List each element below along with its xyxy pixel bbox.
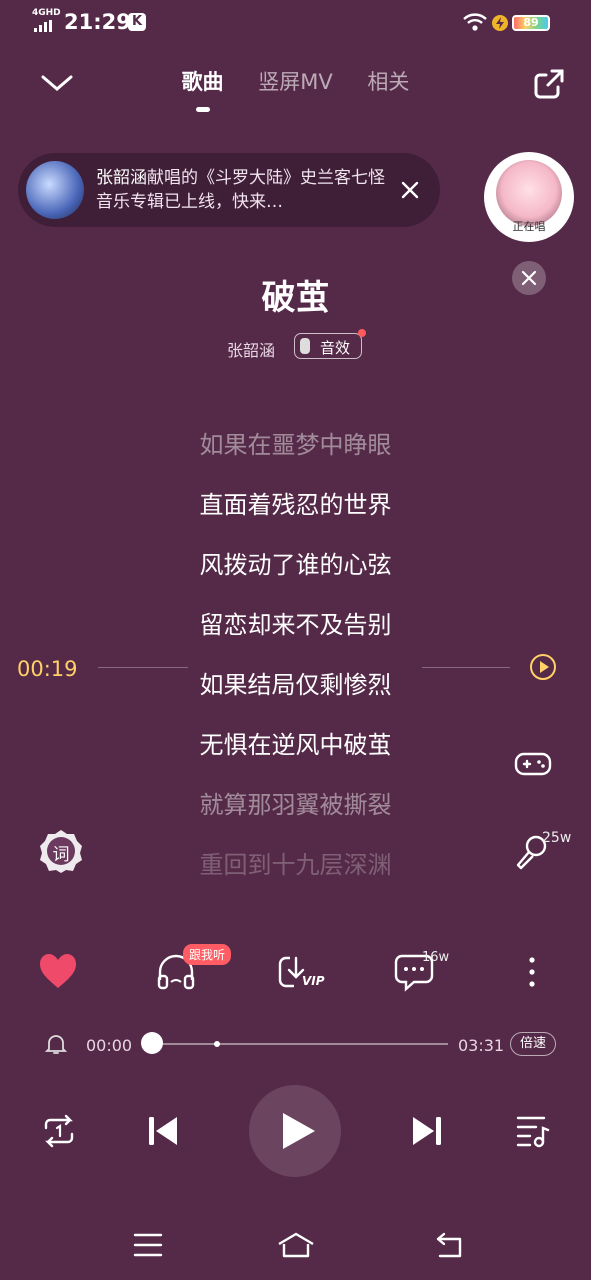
- previous-icon[interactable]: [144, 1112, 182, 1150]
- heart-icon[interactable]: [38, 952, 78, 992]
- lyric-tool-label: 词: [52, 845, 70, 865]
- notification-dot: [358, 329, 366, 337]
- seek-play-icon[interactable]: [529, 653, 557, 681]
- effect-toggle-knob: [300, 338, 310, 354]
- lyrics-list[interactable]: 如果在噩梦中睁眼 直面着残忍的世界 风拨动了谁的心弦 留恋却来不及告别 如果结局…: [0, 425, 591, 905]
- song-title: 破茧: [261, 278, 330, 318]
- wifi-icon: [463, 13, 487, 31]
- next-icon[interactable]: [408, 1112, 446, 1150]
- tab-indicator: [196, 107, 210, 112]
- progress-thumb[interactable]: [141, 1032, 163, 1054]
- network-indicator: 4GHD: [32, 8, 61, 18]
- now-singing-avatar[interactable]: 正在唱: [484, 152, 574, 242]
- sing-count: 25w: [542, 830, 572, 846]
- banner-thumbnail: [26, 161, 84, 219]
- seek-guide-line: [98, 667, 188, 668]
- lyric-tool-button[interactable]: 词: [38, 828, 84, 874]
- lyric-line: 就算那羽翼被撕裂: [199, 791, 392, 819]
- sound-effect-button[interactable]: 音效: [294, 333, 362, 359]
- more-options-icon[interactable]: [512, 952, 552, 992]
- current-time: 00:00: [86, 1036, 133, 1055]
- charging-icon: [492, 15, 508, 31]
- battery-icon: 89: [512, 15, 550, 31]
- back-icon[interactable]: [434, 1230, 466, 1260]
- bell-icon[interactable]: [45, 1032, 67, 1056]
- app-badge: K: [128, 13, 146, 31]
- progress-track[interactable]: [152, 1043, 448, 1045]
- playlist-icon[interactable]: [514, 1112, 552, 1150]
- vip-label: VIP: [302, 974, 325, 988]
- banner-highlight: 张韶涵: [96, 168, 147, 188]
- tab-bar: 歌曲 竖屏MV 相关: [0, 66, 591, 96]
- progress-marker: [214, 1041, 220, 1047]
- comment-count: 16w: [422, 950, 450, 965]
- lyric-line: 留恋却来不及告别: [199, 611, 392, 639]
- tab-song[interactable]: 歌曲: [182, 66, 224, 96]
- avatar-image: [496, 160, 562, 226]
- seek-guide-line: [422, 667, 510, 668]
- play-button[interactable]: [249, 1085, 341, 1177]
- effect-label: 音效: [320, 339, 351, 357]
- lyric-line: 无惧在逆风中破茧: [199, 731, 392, 759]
- repeat-one-icon[interactable]: [40, 1112, 78, 1150]
- battery-level: 89: [523, 16, 539, 29]
- tab-vertical-mv[interactable]: 竖屏MV: [258, 66, 332, 96]
- speed-button[interactable]: 倍速: [510, 1032, 556, 1056]
- share-icon[interactable]: [532, 67, 566, 101]
- lyric-seek-time: 00:19: [17, 657, 78, 681]
- clock: 21:29: [64, 10, 131, 34]
- close-icon[interactable]: [398, 178, 422, 202]
- play-icon: [283, 1113, 315, 1149]
- avatar-label: 正在唱: [512, 220, 546, 233]
- menu-icon[interactable]: [132, 1230, 164, 1260]
- lyric-line: 重回到十九层深渊: [199, 851, 392, 879]
- artist-name[interactable]: 张韶涵: [227, 337, 275, 361]
- follow-listen-badge[interactable]: 跟我听: [183, 944, 232, 965]
- lyric-line: 直面着残忍的世界: [199, 491, 392, 519]
- banner-text[interactable]: 张韶涵献唱的《斗罗大陆》史兰客七怪音乐专辑已上线，快来…: [96, 166, 386, 214]
- total-time: 03:31: [458, 1036, 505, 1055]
- lyric-line: 如果结局仅剩惨烈: [199, 671, 392, 699]
- signal-icon: [34, 20, 52, 32]
- tab-related[interactable]: 相关: [367, 66, 409, 96]
- lyric-line: 如果在噩梦中睁眼: [199, 431, 392, 459]
- gamepad-icon[interactable]: [514, 748, 552, 780]
- lyric-line: 风拨动了谁的心弦: [199, 551, 392, 579]
- home-icon[interactable]: [276, 1230, 316, 1260]
